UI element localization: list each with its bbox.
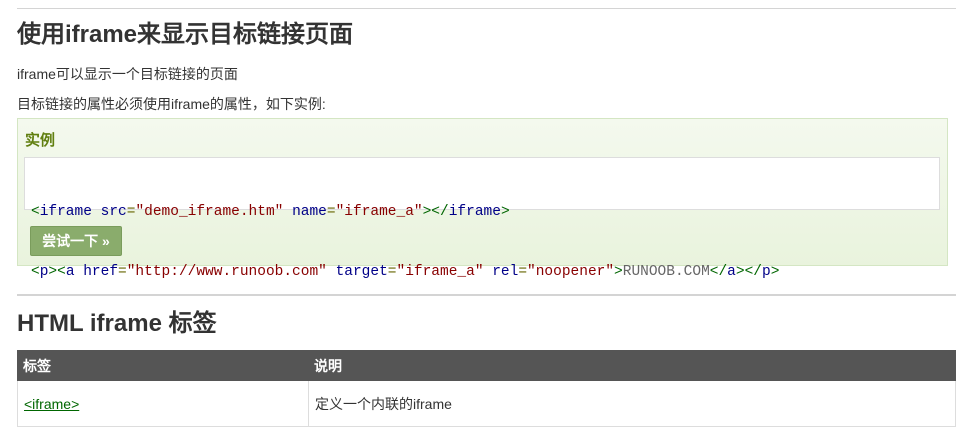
code-token: p <box>761 264 771 280</box>
code-token: name <box>292 204 327 220</box>
code-token: = <box>118 264 127 280</box>
code-token: ></ <box>735 264 762 280</box>
code-token: < <box>31 204 40 220</box>
code-token: iframe <box>39 204 92 220</box>
code-token: = <box>518 264 528 280</box>
code-line-1: <iframe src="demo_iframe.htm" name="ifra… <box>31 202 939 222</box>
table-header-description: 说明 <box>308 350 956 381</box>
example-box: 实例 <iframe src="demo_iframe.htm" name="i… <box>17 118 948 280</box>
code-token: a <box>65 264 75 280</box>
table-header-row: 标签 说明 <box>17 350 956 381</box>
try-it-button[interactable]: 尝试一下 » <box>30 226 122 256</box>
table-header-tag: 标签 <box>17 350 309 381</box>
section-heading-iframe-tag: HTML iframe 标签 <box>17 310 217 337</box>
code-token: = <box>326 204 336 220</box>
code-token: iframe <box>448 204 501 220</box>
code-token: a <box>727 264 736 280</box>
code-token: >< <box>48 264 66 280</box>
table-row: <iframe> 定义一个内联的iframe <box>17 380 956 427</box>
divider-top <box>17 8 956 9</box>
code-token: > <box>500 204 510 220</box>
example-title: 实例 <box>25 132 56 149</box>
code-block: <iframe src="demo_iframe.htm" name="ifra… <box>24 157 940 280</box>
code-line-2: <p><a href="http://www.runoob.com" targe… <box>31 262 939 282</box>
code-token: target <box>335 264 388 280</box>
code-token: ></ <box>422 204 449 220</box>
iframe-tag-link[interactable]: <iframe> <box>24 396 79 412</box>
paragraph-attribute-note: 目标链接的属性必须使用iframe的属性，如下实例: <box>17 96 326 112</box>
paragraph-intro: iframe可以显示一个目标链接的页面 <box>17 66 238 82</box>
code-token: "noopener" <box>527 264 615 280</box>
table-cell-tag: <iframe> <box>17 380 309 427</box>
page: 使用iframe来显示目标链接页面 iframe可以显示一个目标链接的页面 目标… <box>0 0 964 445</box>
divider-middle <box>17 294 956 296</box>
table-cell-description: 定义一个内联的iframe <box>308 380 956 427</box>
code-token: src <box>100 204 127 220</box>
code-token: </ <box>709 264 728 280</box>
code-token: "iframe_a" <box>396 264 484 280</box>
code-token: "demo_iframe.htm" <box>135 204 284 220</box>
code-token: "http://www.runoob.com" <box>126 264 327 280</box>
code-token: = <box>387 264 397 280</box>
code-token: > <box>614 264 623 280</box>
code-token: "iframe_a" <box>335 204 423 220</box>
code-token: rel <box>492 264 519 280</box>
code-token: > <box>770 264 780 280</box>
code-token: RUNOOB.COM <box>622 264 710 280</box>
code-token: < <box>31 264 40 280</box>
reference-table: 标签 说明 <iframe> 定义一个内联的iframe <box>17 350 956 427</box>
code-token: href <box>83 264 119 280</box>
section-heading-iframe-target: 使用iframe来显示目标链接页面 <box>17 21 354 48</box>
